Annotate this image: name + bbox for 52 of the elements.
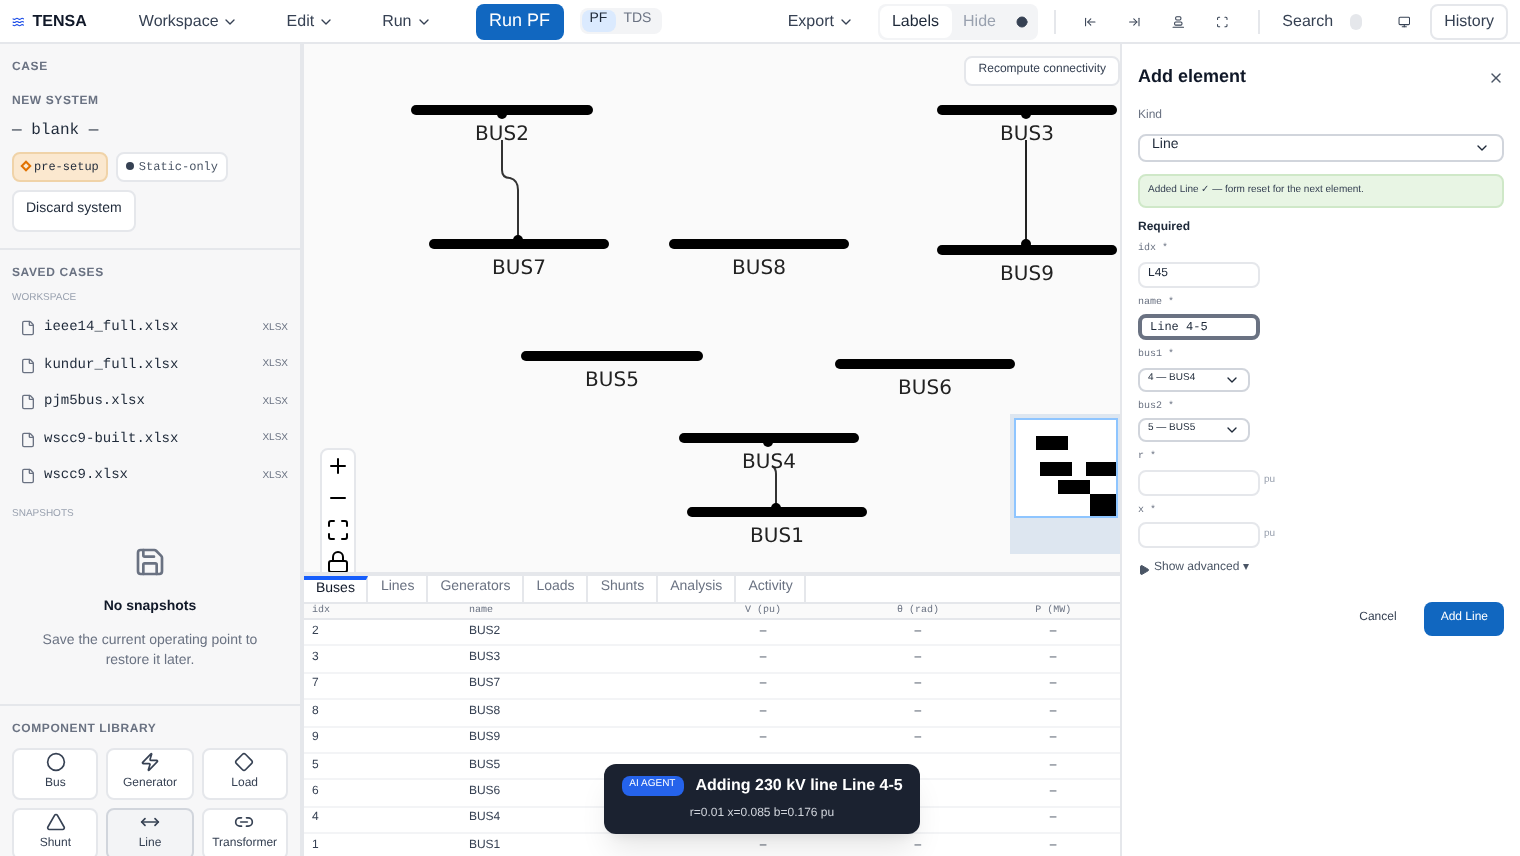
bus-node [763,437,773,447]
file-icon [20,468,36,485]
bus-bar[interactable]: BUS3 [937,105,1117,146]
load-icon [234,752,255,772]
toast-title: Adding 230 kV line Line 4-5 [695,774,903,798]
shunt-icon [45,812,66,832]
bus-node [771,503,781,513]
generator-icon [139,752,160,772]
bus-bar[interactable]: BUS1 [687,507,867,548]
menu-button[interactable]: Run [370,9,444,33]
bus-bar[interactable]: BUS6 [835,359,1015,400]
file-icon [20,394,36,411]
bus-bar[interactable]: BUS8 [669,239,849,280]
close-icon[interactable] [1488,69,1504,86]
zoom-in-icon[interactable] [326,454,350,478]
line-icon [139,812,160,832]
line-connector [771,465,777,509]
bus-bar[interactable]: BUS2 [411,105,593,146]
caret-icon [1224,422,1240,438]
history-button[interactable]: History [1430,3,1508,39]
menu-button[interactable]: Edit [274,9,347,33]
transformer-icon [234,812,255,832]
search-button[interactable]: Search [1274,9,1342,33]
bus-node [1021,109,1031,119]
input-field[interactable] [1138,469,1260,495]
bus-node [513,235,523,245]
label-tab[interactable]: Labels [879,5,952,37]
bus-bar[interactable]: BUS7 [429,239,609,280]
line-connector [501,139,519,241]
fit-view-icon[interactable] [326,518,350,542]
bus-bar[interactable]: BUS9 [937,245,1117,286]
input-field[interactable] [1138,522,1260,548]
bus-bar[interactable]: BUS4 [679,433,859,474]
expand-icon [1138,563,1150,575]
bus-icon [45,752,66,772]
file-icon [20,357,36,374]
bus-bar[interactable]: BUS5 [521,351,703,392]
shortcut-key-icon [1349,13,1362,29]
lock-icon[interactable] [326,550,350,574]
run-pf-button[interactable]: Run PF [475,3,564,39]
bus-node [497,109,507,119]
file-icon [20,320,36,337]
warning-marker-icon [20,160,32,172]
app-name: TENSA [32,9,87,33]
menu-button[interactable]: Workspace [126,9,251,33]
export-button[interactable]: Export [779,9,862,33]
save-icon [134,546,166,578]
bus-node [1021,239,1031,249]
dot-icon[interactable] [1015,15,1028,27]
system-name: — blank — [12,120,101,144]
panel-title: Add element [1138,64,1247,90]
file-icon [20,431,36,448]
